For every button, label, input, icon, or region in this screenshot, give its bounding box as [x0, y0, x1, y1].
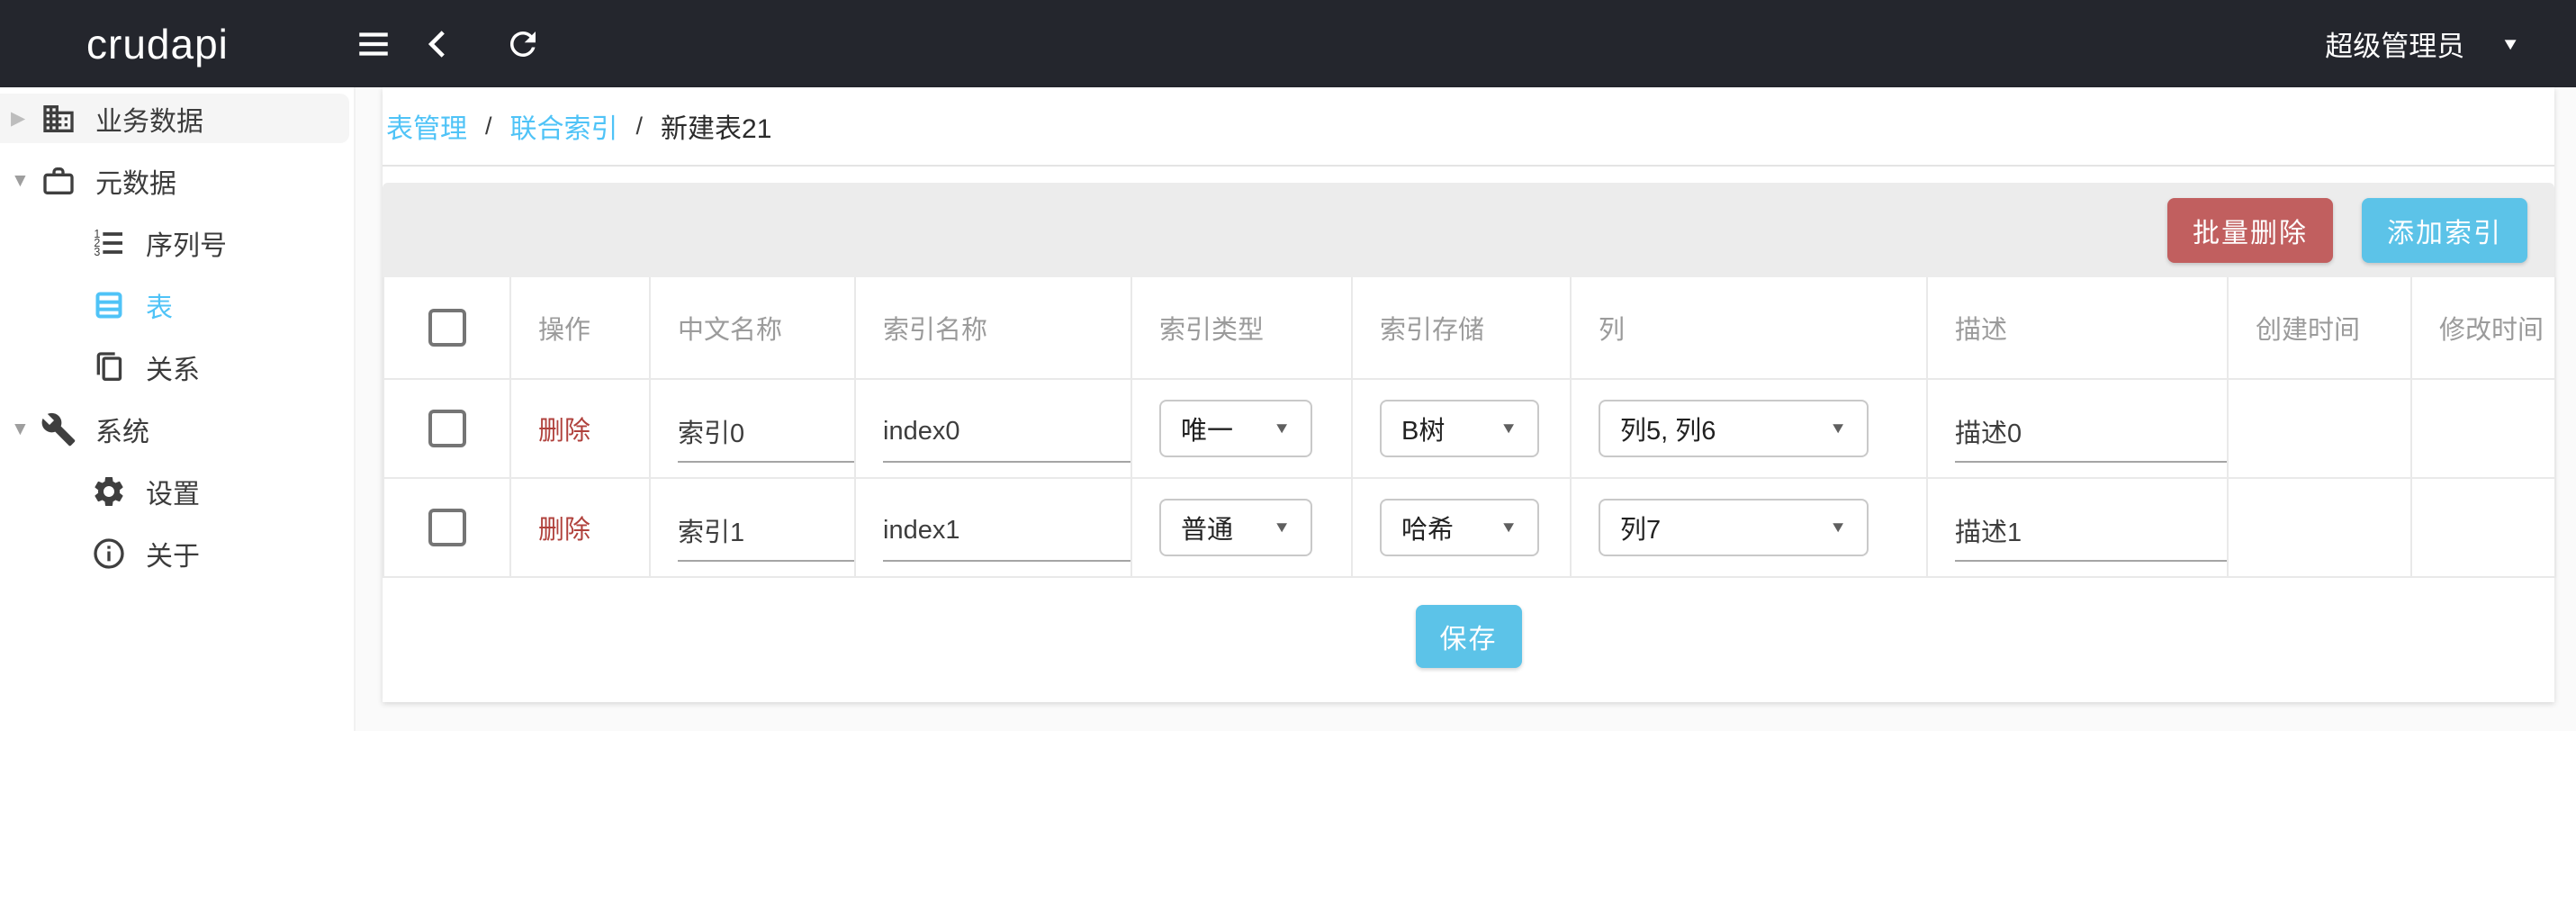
breadcrumb-separator: /	[485, 112, 492, 140]
sidebar-item-about[interactable]: 关于	[0, 522, 354, 584]
column-header-name: 中文名称	[649, 277, 856, 380]
briefcase-icon	[40, 162, 77, 200]
user-menu[interactable]: 超级管理员 ▼	[2325, 23, 2520, 64]
save-button[interactable]: 保存	[1415, 605, 1522, 668]
header-nav-icons	[353, 23, 544, 65]
building-icon	[40, 100, 77, 138]
refresh-icon[interactable]	[502, 23, 544, 65]
column-header-description: 描述	[1926, 277, 2229, 380]
select-value: 哈希	[1401, 516, 1455, 545]
sidebar-item-label: 关于	[146, 541, 200, 572]
chevron-down-icon: ▼	[1273, 519, 1291, 536]
main-area: 表管理 / 联合索引 / 新建表21 批量删除 添加索引 操作 中文名称 索引名…	[356, 87, 2576, 731]
chevron-right-icon[interactable]: ▶	[0, 107, 40, 130]
index-name-input[interactable]	[883, 416, 1130, 463]
column-header-index-storage: 索引存储	[1351, 277, 1572, 380]
columns-select[interactable]: 列5, 列6 ▼	[1599, 400, 1869, 457]
select-value: 列7	[1620, 516, 1662, 545]
table-row: 删除 唯一 ▼ B树 ▼	[383, 379, 2556, 479]
sidebar-item-business-data[interactable]: ▶ 业务数据	[0, 87, 354, 149]
created-cell	[2227, 478, 2412, 578]
table-toolbar: 批量删除 添加索引	[383, 183, 2554, 277]
back-icon[interactable]	[418, 23, 459, 65]
chevron-down-icon: ▼	[1500, 519, 1518, 536]
chevron-down-icon: ▼	[2500, 33, 2520, 53]
svg-text:3: 3	[94, 246, 100, 258]
column-header-action: 操作	[509, 277, 651, 380]
sidebar-item-table[interactable]: 表	[0, 274, 354, 336]
row-checkbox[interactable]	[428, 410, 466, 447]
select-value: B树	[1401, 417, 1446, 446]
chevron-down-icon: ▼	[1273, 419, 1291, 437]
sidebar-item-relations[interactable]: 关系	[0, 336, 354, 398]
breadcrumb-current: 新建表21	[661, 114, 772, 144]
column-header-index-name: 索引名称	[854, 277, 1132, 380]
info-icon	[90, 535, 128, 573]
chevron-down-icon: ▼	[1500, 419, 1518, 437]
select-value: 唯一	[1181, 417, 1234, 446]
sidebar-item-system[interactable]: ▼ 系统	[0, 398, 354, 460]
table-header-row: 操作 中文名称 索引名称 索引类型 索引存储 列 描述 创建时间 修改时间	[383, 277, 2556, 380]
gear-icon	[90, 473, 128, 510]
wrench-icon	[40, 410, 77, 448]
delete-link[interactable]: 删除	[538, 417, 590, 446]
index-storage-select[interactable]: 哈希 ▼	[1380, 499, 1539, 556]
sidebar-item-label: 序列号	[146, 230, 227, 261]
add-index-button[interactable]: 添加索引	[2362, 197, 2527, 263]
name-input[interactable]	[678, 416, 854, 463]
sidebar: ▶ 业务数据 ▼ 元数据 123 序列号 表 关系 ▼ 系统 设置 关于	[0, 87, 356, 731]
table-row: 删除 普通 ▼ 哈希 ▼	[383, 478, 2556, 578]
sidebar-item-sequence[interactable]: 123 序列号	[0, 212, 354, 274]
breadcrumb-link-table-management[interactable]: 表管理	[386, 106, 467, 146]
app-logo: crudapi	[86, 20, 229, 68]
sidebar-item-label: 设置	[146, 479, 200, 510]
sidebar-item-metadata[interactable]: ▼ 元数据	[0, 149, 354, 212]
select-all-checkbox[interactable]	[428, 309, 466, 347]
user-name: 超级管理员	[2325, 31, 2465, 62]
index-storage-select[interactable]: B树 ▼	[1380, 400, 1539, 457]
sidebar-item-settings[interactable]: 设置	[0, 460, 354, 522]
batch-delete-button[interactable]: 批量删除	[2167, 197, 2333, 263]
delete-link[interactable]: 删除	[538, 516, 590, 545]
select-value: 列5, 列6	[1620, 417, 1716, 446]
sidebar-item-label: 元数据	[95, 168, 176, 199]
index-table: 操作 中文名称 索引名称 索引类型 索引存储 列 描述 创建时间 修改时间 删除	[383, 277, 2556, 578]
modified-cell	[2410, 478, 2556, 578]
breadcrumb-link-composite-index[interactable]: 联合索引	[510, 106, 618, 146]
top-bar: crudapi 超级管理员 ▼	[0, 0, 2576, 87]
index-type-select[interactable]: 普通 ▼	[1159, 499, 1312, 556]
index-name-input[interactable]	[883, 515, 1130, 562]
breadcrumb-separator: /	[635, 112, 644, 140]
table-icon	[90, 286, 128, 324]
menu-icon[interactable]	[353, 23, 394, 65]
column-header-created: 创建时间	[2227, 277, 2412, 380]
sidebar-item-label: 表	[146, 293, 173, 323]
sidebar-item-label: 系统	[95, 417, 149, 447]
modified-cell	[2410, 379, 2556, 479]
created-cell	[2227, 379, 2412, 479]
columns-select[interactable]: 列7 ▼	[1599, 499, 1869, 556]
chevron-down-icon: ▼	[1829, 519, 1847, 536]
index-type-select[interactable]: 唯一 ▼	[1159, 400, 1312, 457]
description-input[interactable]	[1955, 515, 2227, 562]
row-checkbox[interactable]	[428, 509, 466, 546]
numbered-list-icon: 123	[90, 224, 128, 262]
content-card: 表管理 / 联合索引 / 新建表21 批量删除 添加索引 操作 中文名称 索引名…	[383, 87, 2556, 702]
description-input[interactable]	[1955, 416, 2227, 463]
sidebar-item-label: 业务数据	[95, 106, 203, 137]
column-header-index-type: 索引类型	[1130, 277, 1353, 380]
sidebar-item-label: 关系	[146, 355, 200, 385]
name-input[interactable]	[678, 515, 854, 562]
chevron-down-icon: ▼	[1829, 419, 1847, 437]
copy-icon	[90, 348, 128, 386]
save-row: 保存	[383, 578, 2554, 695]
select-value: 普通	[1181, 516, 1234, 545]
column-header-columns: 列	[1570, 277, 1928, 380]
chevron-down-icon[interactable]: ▼	[0, 170, 40, 192]
chevron-down-icon[interactable]: ▼	[0, 419, 40, 440]
column-header-modified: 修改时间	[2410, 277, 2556, 380]
breadcrumb: 表管理 / 联合索引 / 新建表21	[383, 87, 2554, 167]
